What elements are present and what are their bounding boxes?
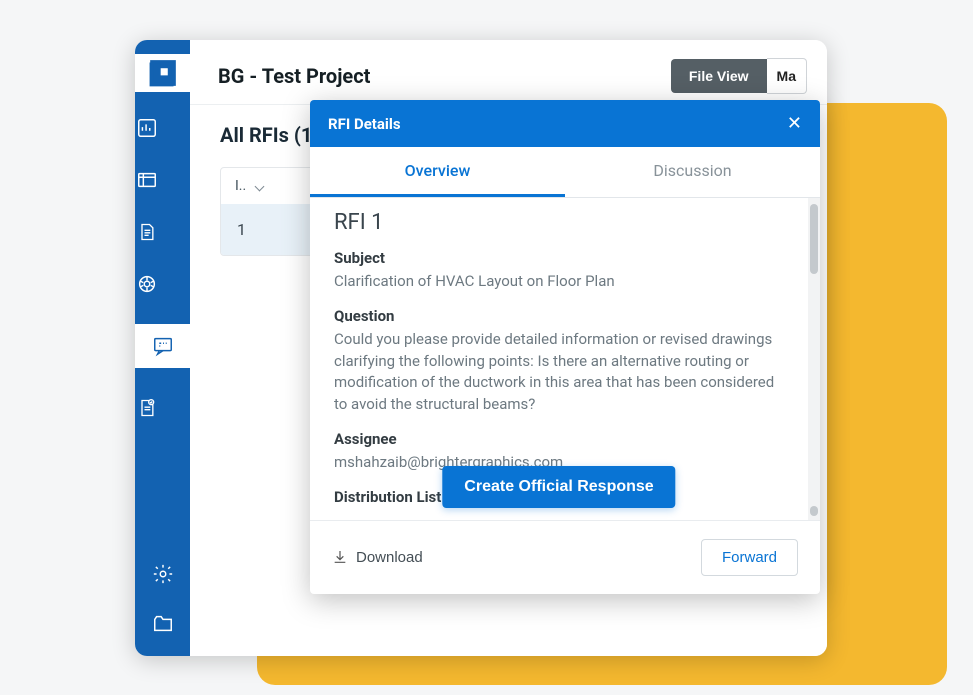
close-icon[interactable]: ✕ bbox=[787, 113, 802, 134]
sidebar-nav-bottom bbox=[151, 562, 175, 656]
value-subject: Clarification of HVAC Layout on Floor Pl… bbox=[334, 271, 786, 293]
sidebar bbox=[135, 40, 190, 656]
wheel-icon[interactable] bbox=[135, 272, 159, 296]
label-assignee: Assignee bbox=[334, 430, 786, 448]
file-view-button[interactable]: File View bbox=[671, 59, 767, 93]
panel-title: RFI Details bbox=[328, 115, 401, 133]
app-logo-icon bbox=[149, 59, 177, 87]
download-icon bbox=[332, 549, 348, 565]
header: BG - Test Project File View Ma bbox=[190, 40, 827, 104]
settings-icon[interactable] bbox=[151, 562, 175, 586]
download-button[interactable]: Download bbox=[332, 549, 423, 566]
logo[interactable] bbox=[135, 54, 190, 92]
tab-discussion[interactable]: Discussion bbox=[565, 147, 820, 197]
tab-overview[interactable]: Overview bbox=[310, 147, 565, 197]
rfi-details-panel: RFI Details ✕ Overview Discussion RFI 1 … bbox=[310, 100, 820, 594]
rfi-name: RFI 1 bbox=[334, 210, 786, 235]
markup-button[interactable]: Ma bbox=[767, 58, 807, 94]
scrollbar-thumb[interactable] bbox=[810, 204, 818, 274]
folder-icon[interactable] bbox=[151, 612, 175, 636]
label-subject: Subject bbox=[334, 249, 786, 267]
checklist-icon[interactable] bbox=[135, 396, 159, 420]
panel-scroll-area: RFI 1 Subject Clarification of HVAC Layo… bbox=[310, 198, 808, 520]
scrollbar[interactable] bbox=[808, 198, 820, 520]
project-title: BG - Test Project bbox=[218, 64, 370, 88]
table-column-id[interactable]: I.. bbox=[235, 178, 246, 194]
document-icon[interactable] bbox=[135, 220, 159, 244]
scrollbar-thumb-bottom[interactable] bbox=[810, 506, 818, 516]
sidebar-nav-top bbox=[135, 116, 190, 420]
drawings-icon[interactable] bbox=[135, 168, 159, 192]
value-question: Could you please provide detailed inform… bbox=[334, 329, 786, 416]
forward-button[interactable]: Forward bbox=[701, 539, 798, 576]
dashboard-icon[interactable] bbox=[135, 116, 159, 140]
panel-footer: Download Forward bbox=[310, 520, 820, 594]
rfi-icon[interactable] bbox=[135, 324, 190, 368]
panel-header: RFI Details ✕ bbox=[310, 100, 820, 147]
create-response-button[interactable]: Create Official Response bbox=[442, 466, 675, 508]
table-cell-id: 1 bbox=[237, 220, 246, 239]
panel-tabs: Overview Discussion bbox=[310, 147, 820, 198]
download-label: Download bbox=[356, 549, 423, 566]
chevron-down-icon[interactable] bbox=[255, 181, 265, 191]
label-question: Question bbox=[334, 307, 786, 325]
